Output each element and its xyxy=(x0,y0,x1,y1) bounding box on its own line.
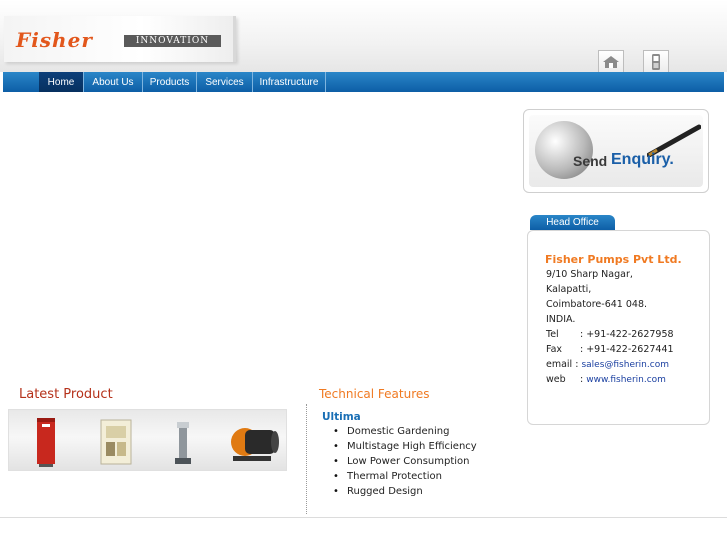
feature-list: Domestic Gardening Multistage High Effic… xyxy=(333,424,477,499)
footer-divider xyxy=(0,517,727,518)
address-line: Coimbatore-641 048. xyxy=(546,299,648,310)
latest-product-images[interactable] xyxy=(8,409,287,471)
mobile-phone-icon[interactable] xyxy=(643,50,669,72)
site-logo[interactable]: Fisher INNOVATION xyxy=(4,16,236,62)
product-thumbnails xyxy=(37,418,279,467)
web-link[interactable]: www.fisherin.com xyxy=(586,375,666,385)
head-office-tab: Head Office xyxy=(530,215,615,230)
tel-label: Tel xyxy=(546,329,559,340)
section-divider xyxy=(306,404,307,514)
web-row: web: www.fisherin.com xyxy=(546,374,666,385)
enquiry-text: Enquiry. xyxy=(611,151,674,168)
nav-services[interactable]: Services xyxy=(197,72,253,92)
fax-row: Fax : +91-422-2627441 xyxy=(546,344,674,355)
fax-label: Fax xyxy=(546,344,563,355)
web-label: web xyxy=(546,374,566,385)
company-name: Fisher Pumps Pvt Ltd. xyxy=(545,253,682,266)
address-line: Kalapatti, xyxy=(546,284,592,295)
send-enquiry-banner[interactable]: Send Enquiry. xyxy=(523,109,709,193)
home-icon[interactable] xyxy=(598,50,624,72)
list-item: Thermal Protection xyxy=(333,469,477,484)
fax-value: : +91-422-2627441 xyxy=(580,344,674,355)
email-link[interactable]: sales@fisherin.com xyxy=(581,360,669,370)
latest-product-title: Latest Product xyxy=(19,387,113,402)
product-name: Ultima xyxy=(322,411,361,423)
nav-home[interactable]: Home xyxy=(39,72,84,92)
tel-value: : +91-422-2627958 xyxy=(580,329,674,340)
logo-text: Fisher xyxy=(16,28,93,52)
main-nav: Home About Us Products Services Infrastr… xyxy=(3,72,724,92)
tel-row: Tel : +91-422-2627958 xyxy=(546,329,674,340)
list-item: Low Power Consumption xyxy=(333,454,477,469)
email-row: email : sales@fisherin.com xyxy=(546,359,669,370)
address-line: 9/10 Sharp Nagar, xyxy=(546,269,633,280)
address-line: INDIA. xyxy=(546,314,576,325)
enquiry-banner-inner: Send Enquiry. xyxy=(529,115,703,187)
nav-infrastructure[interactable]: Infrastructure xyxy=(253,72,326,92)
list-item: Rugged Design xyxy=(333,484,477,499)
nav-about-us[interactable]: About Us xyxy=(84,72,143,92)
technical-features-title: Technical Features xyxy=(319,387,430,401)
email-label: email xyxy=(546,359,573,370)
logo-tagline: INNOVATION xyxy=(124,35,221,47)
site-header: Fisher INNOVATION xyxy=(0,0,727,72)
list-item: Domestic Gardening xyxy=(333,424,477,439)
nav-products[interactable]: Products xyxy=(143,72,197,92)
list-item: Multistage High Efficiency xyxy=(333,439,477,454)
globe-icon xyxy=(535,121,593,179)
enquiry-send-text: Send xyxy=(573,153,608,169)
